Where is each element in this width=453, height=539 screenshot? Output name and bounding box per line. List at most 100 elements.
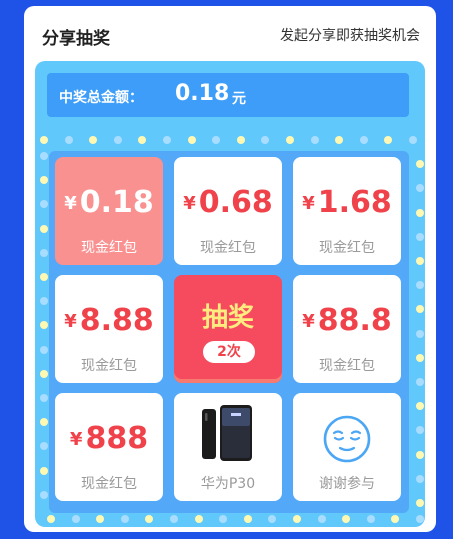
lamp-light: [416, 329, 424, 338]
total-amount-bar: 中奖总金额： 0.18 元: [47, 73, 409, 117]
prize-grid: ¥0.18 现金红包 ¥0.68 现金红包 ¥1.68 现金红包 ¥8.88 现…: [49, 151, 409, 513]
prize-cell-5: ¥88.8 现金红包: [293, 275, 401, 383]
lamp-light: [366, 515, 375, 523]
lamp-light: [416, 378, 424, 386]
currency-symbol: ¥: [183, 193, 196, 214]
lamp-light: [416, 305, 424, 314]
lamp-light: [40, 345, 48, 354]
currency-symbol: ¥: [64, 311, 77, 332]
prize-label: 谢谢参与: [319, 476, 375, 492]
prize-cell-2: ¥0.68 现金红包: [174, 157, 282, 265]
lamp-light: [64, 136, 73, 144]
share-link[interactable]: 发起分享即获抽奖机会: [280, 25, 420, 45]
prize-label: 现金红包: [319, 240, 375, 256]
currency-symbol: ¥: [64, 193, 77, 214]
lamp-light: [212, 136, 221, 144]
lamp-light: [391, 515, 400, 523]
prize-cell-6: ¥888 现金红包: [55, 393, 163, 501]
draw-count-badge: 2次: [203, 341, 255, 363]
header: 分享抽奖 发起分享即获抽奖机会: [24, 6, 436, 62]
lamp-light: [416, 184, 424, 193]
smiley-face-icon: [323, 415, 371, 463]
lamp-light: [409, 136, 417, 144]
prize-label: 华为P30: [200, 476, 256, 492]
lamp-light: [416, 353, 424, 362]
prize-value: 1.68: [317, 185, 392, 220]
total-amount-unit: 元: [232, 91, 246, 107]
lamp-light: [40, 297, 48, 306]
lamp-light: [40, 321, 48, 330]
lamp-light: [40, 200, 48, 209]
lamp-light: [187, 136, 196, 144]
lamp-light: [40, 394, 48, 402]
page-title: 分享抽奖: [42, 29, 110, 49]
currency-symbol: ¥: [302, 193, 315, 214]
lamp-light: [219, 515, 228, 523]
lamp-light: [416, 281, 424, 290]
prize-label: 现金红包: [319, 358, 375, 374]
lamp-light: [293, 515, 301, 523]
total-amount-value: 0.18: [175, 81, 230, 106]
lamp-light: [268, 515, 277, 523]
lamp-light: [236, 136, 245, 144]
lamp-light: [286, 136, 294, 144]
lamp-light: [416, 450, 424, 459]
lottery-card: 分享抽奖 发起分享即获抽奖机会 中奖总金额： 0.18 元 ¥0.18 现金红包…: [24, 6, 436, 532]
lamp-light: [40, 490, 48, 499]
lamp-light: [243, 515, 252, 523]
prize-label: 现金红包: [200, 240, 256, 256]
phone-icon: [202, 405, 252, 461]
lamp-light: [47, 515, 55, 523]
draw-button-label: 抽奖: [201, 303, 254, 333]
lamp-light: [120, 515, 129, 523]
lamp-light: [416, 208, 424, 217]
lamp-light: [96, 515, 105, 523]
lamp-light: [416, 160, 424, 169]
lamp-light: [194, 515, 203, 523]
lamp-light: [40, 369, 48, 378]
prize-value: 88.8: [317, 303, 392, 338]
currency-symbol: ¥: [69, 429, 83, 450]
lamp-light: [163, 136, 171, 144]
lamp-light: [40, 248, 48, 257]
lamp-light: [384, 136, 393, 144]
lamp-light: [170, 515, 178, 523]
prize-cell-4: ¥8.88 现金红包: [55, 275, 163, 383]
lamp-light: [359, 136, 368, 144]
prize-value: 0.68: [198, 185, 273, 220]
lamp-light: [40, 136, 48, 144]
prize-label: 现金红包: [81, 240, 137, 256]
prize-cell-3: ¥1.68 现金红包: [293, 157, 401, 265]
lottery-board: 中奖总金额： 0.18 元 ¥0.18 现金红包 ¥0.68 现金红包 ¥1.6…: [35, 61, 425, 527]
lamp-light: [310, 136, 319, 144]
currency-symbol: ¥: [302, 311, 315, 332]
lamp-light: [40, 418, 48, 427]
lamp-light: [145, 515, 154, 523]
lamp-light: [71, 515, 80, 523]
lamp-light: [113, 136, 122, 144]
lamp-light: [40, 466, 48, 475]
total-amount-label: 中奖总金额：: [59, 90, 143, 106]
lamp-light: [416, 232, 424, 241]
lamp-light: [40, 273, 48, 281]
lamp-light: [416, 402, 424, 411]
lamp-light: [40, 224, 48, 233]
prize-value: 8.88: [79, 303, 154, 338]
lamp-light: [416, 499, 424, 507]
prize-cell-1: ¥0.18 现金红包: [55, 157, 163, 265]
lamp-light: [317, 515, 326, 523]
prize-label: 现金红包: [81, 476, 137, 492]
lamp-light: [40, 152, 48, 160]
lamp-light: [335, 136, 344, 144]
lamp-light: [40, 442, 48, 451]
lamp-light: [89, 136, 98, 144]
draw-button[interactable]: 抽奖 2次: [174, 275, 282, 383]
lamp-light: [261, 136, 270, 144]
lamp-light: [416, 426, 424, 435]
lamp-light: [416, 474, 424, 483]
lamp-light: [40, 176, 48, 185]
prize-cell-7: 华为P30: [174, 393, 282, 501]
lamp-light: [416, 257, 424, 265]
prize-value: 888: [85, 421, 149, 456]
prize-label: 现金红包: [81, 358, 137, 374]
